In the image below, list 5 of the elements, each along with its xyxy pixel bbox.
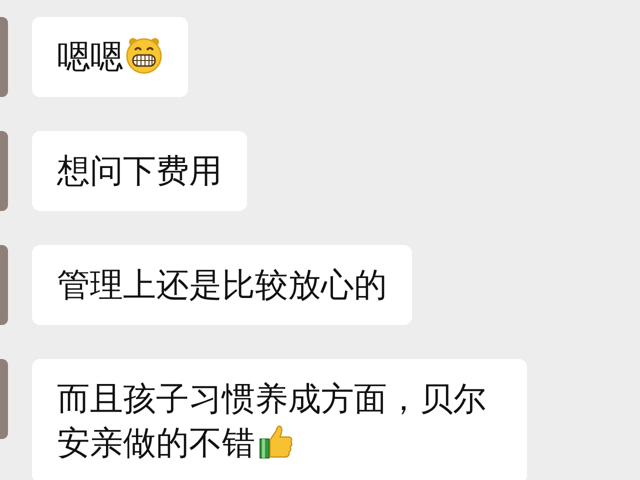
message-bubble: 而且孩子习惯养成方面，贝尔安亲做的不错 [32, 359, 527, 480]
message-bubble: 想问下费用 [32, 131, 247, 211]
message-bubble: 管理上还是比较放心的 [32, 245, 412, 325]
message-bubble: 嗯嗯 [32, 17, 188, 97]
grinning-face-icon [125, 36, 163, 74]
